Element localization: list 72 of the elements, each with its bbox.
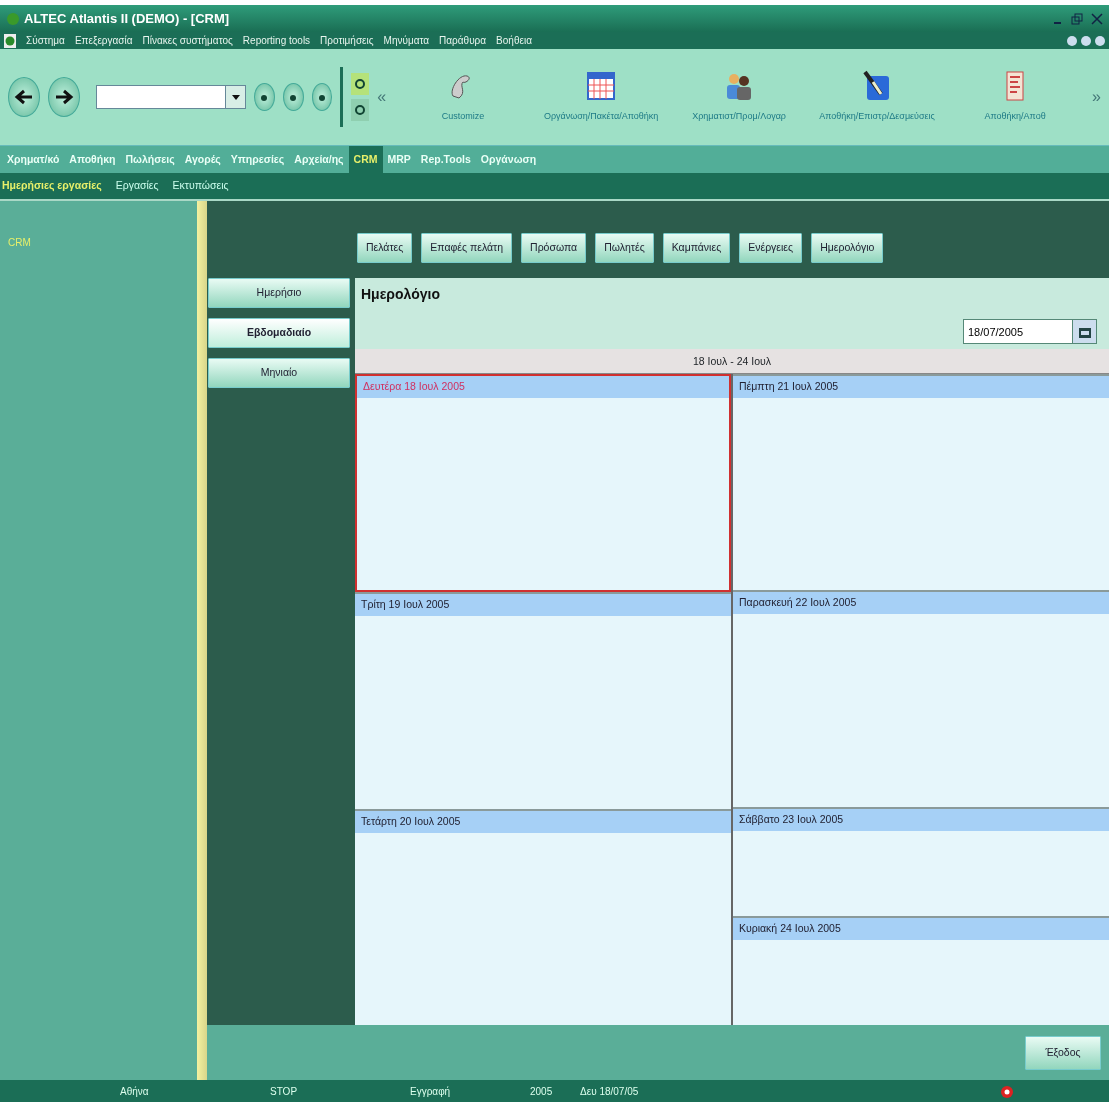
app-logo-icon: [6, 11, 20, 26]
scroll-right-button[interactable]: »: [1092, 85, 1101, 109]
day-header: Τρίτη 19 Ιουλ 2005: [355, 594, 731, 617]
dot-icon: [318, 94, 325, 101]
toolbar-shortcut[interactable]: Customize: [394, 70, 533, 124]
menu-item[interactable]: Πίνακες συστήματος: [142, 33, 233, 48]
nav-button[interactable]: Πωλητές: [595, 233, 654, 263]
menu-item[interactable]: Μηνύματα: [383, 33, 430, 48]
app-logo-icon: [4, 33, 16, 48]
day-cell[interactable]: Κυριακή 24 Ιουλ 2005: [733, 915, 1109, 1025]
day-cell[interactable]: Παρασκευή 22 Ιουλ 2005: [733, 590, 1109, 807]
view-button[interactable]: Ημερήσιο: [208, 278, 350, 308]
toolbar-shortcut[interactable]: Οργάνωση/Πακέτα/Αποθήκη: [532, 70, 671, 124]
subtab[interactable]: Εκτυπώσεις: [172, 178, 229, 194]
menu-item[interactable]: Σύστημα: [26, 33, 65, 48]
toolbar-shortcut[interactable]: Χρηματιστ/Προμ/Λογαρ: [670, 70, 809, 124]
nav-button[interactable]: Επαφές πελάτη: [421, 233, 513, 263]
day-header: Παρασκευή 22 Ιουλ 2005: [733, 592, 1109, 615]
module-tab[interactable]: CRM: [348, 146, 383, 173]
status-text: STOP: [270, 1084, 298, 1099]
scroll-left-button[interactable]: «: [377, 85, 387, 109]
day-cell[interactable]: Τρίτη 19 Ιουλ 2005: [355, 592, 731, 809]
dot-button[interactable]: [282, 83, 304, 111]
nav-button[interactable]: Ενέργειες: [739, 233, 803, 263]
day-header: Κυριακή 24 Ιουλ 2005: [733, 917, 1109, 940]
toolbar-shortcut[interactable]: Αποθήκη/Επιστρ/Δεσμεύσεις: [808, 70, 947, 124]
status-text: 2005: [530, 1084, 553, 1099]
subtab[interactable]: Εργασίες: [115, 178, 159, 194]
date-range: 18 Ιουλ - 24 Ιουλ: [693, 355, 771, 367]
calendar-button[interactable]: [1073, 319, 1097, 344]
arrow-right-icon: [54, 89, 75, 105]
day-header: Δευτέρα 18 Ιουλ 2005: [357, 376, 729, 398]
dot-icon: [261, 94, 268, 101]
calendar-icon: [1077, 326, 1092, 339]
pencil-button[interactable]: [254, 83, 275, 111]
back-button[interactable]: [8, 77, 41, 117]
view-button[interactable]: Εβδομαδιαίο: [208, 318, 350, 348]
calendar-title: Ημερολόγιο: [361, 285, 441, 304]
status-text: Εγγραφή: [410, 1084, 451, 1099]
date-field[interactable]: 18/07/2005: [963, 319, 1073, 344]
nav-button[interactable]: Καμπάνιες: [662, 233, 731, 263]
menu-item[interactable]: Προτιμήσεις: [320, 33, 374, 48]
combo-field[interactable]: [96, 85, 227, 109]
day-cell[interactable]: Τετάρτη 20 Ιουλ 2005: [355, 808, 731, 1025]
warning-icon: [1000, 1084, 1014, 1099]
menu-item[interactable]: Παράθυρα: [439, 33, 487, 48]
day-cell[interactable]: Πέμπτη 21 Ιουλ 2005: [733, 374, 1109, 591]
nav-button[interactable]: Ημερολόγιο: [811, 233, 884, 263]
calendar-icon: [585, 70, 618, 103]
nav-button[interactable]: Πελάτες: [357, 233, 413, 263]
menu-item[interactable]: Reporting tools: [242, 33, 311, 48]
day-header: Πέμπτη 21 Ιουλ 2005: [733, 376, 1109, 398]
day-header: Σάββατο 23 Ιουλ 2005: [733, 808, 1109, 831]
arrow-left-icon: [14, 89, 34, 105]
menu-item[interactable]: Βοήθεια: [496, 33, 532, 48]
dot-icon: [290, 94, 297, 101]
nav-button[interactable]: Πρόσωπα: [521, 233, 587, 263]
caret-icon: [231, 94, 240, 100]
forward-button[interactable]: [48, 77, 81, 117]
status-text: Αθήνα: [120, 1084, 149, 1099]
day-cell[interactable]: Δευτέρα 18 Ιουλ 2005: [355, 374, 731, 593]
day-cell[interactable]: Σάββατο 23 Ιουλ 2005: [733, 806, 1109, 916]
dropdown-button[interactable]: [226, 85, 247, 109]
view-button[interactable]: Μηνιαίο: [208, 358, 350, 388]
exit-button[interactable]: Έξοδος: [1025, 1035, 1101, 1070]
subtab[interactable]: Ημερήσιες εργασίες: [2, 178, 102, 194]
status-text: Δευ 18/07/05: [580, 1084, 639, 1099]
toolbar-shortcut[interactable]: Αποθήκη/Αποθ: [946, 70, 1085, 124]
day-header: Τετάρτη 20 Ιουλ 2005: [355, 810, 731, 833]
window-title: ALTEC Atlantis II (DEMO) - [CRM]: [24, 9, 230, 28]
globe-button[interactable]: [311, 83, 333, 111]
menu-item[interactable]: Επεξεργασία: [74, 33, 133, 48]
